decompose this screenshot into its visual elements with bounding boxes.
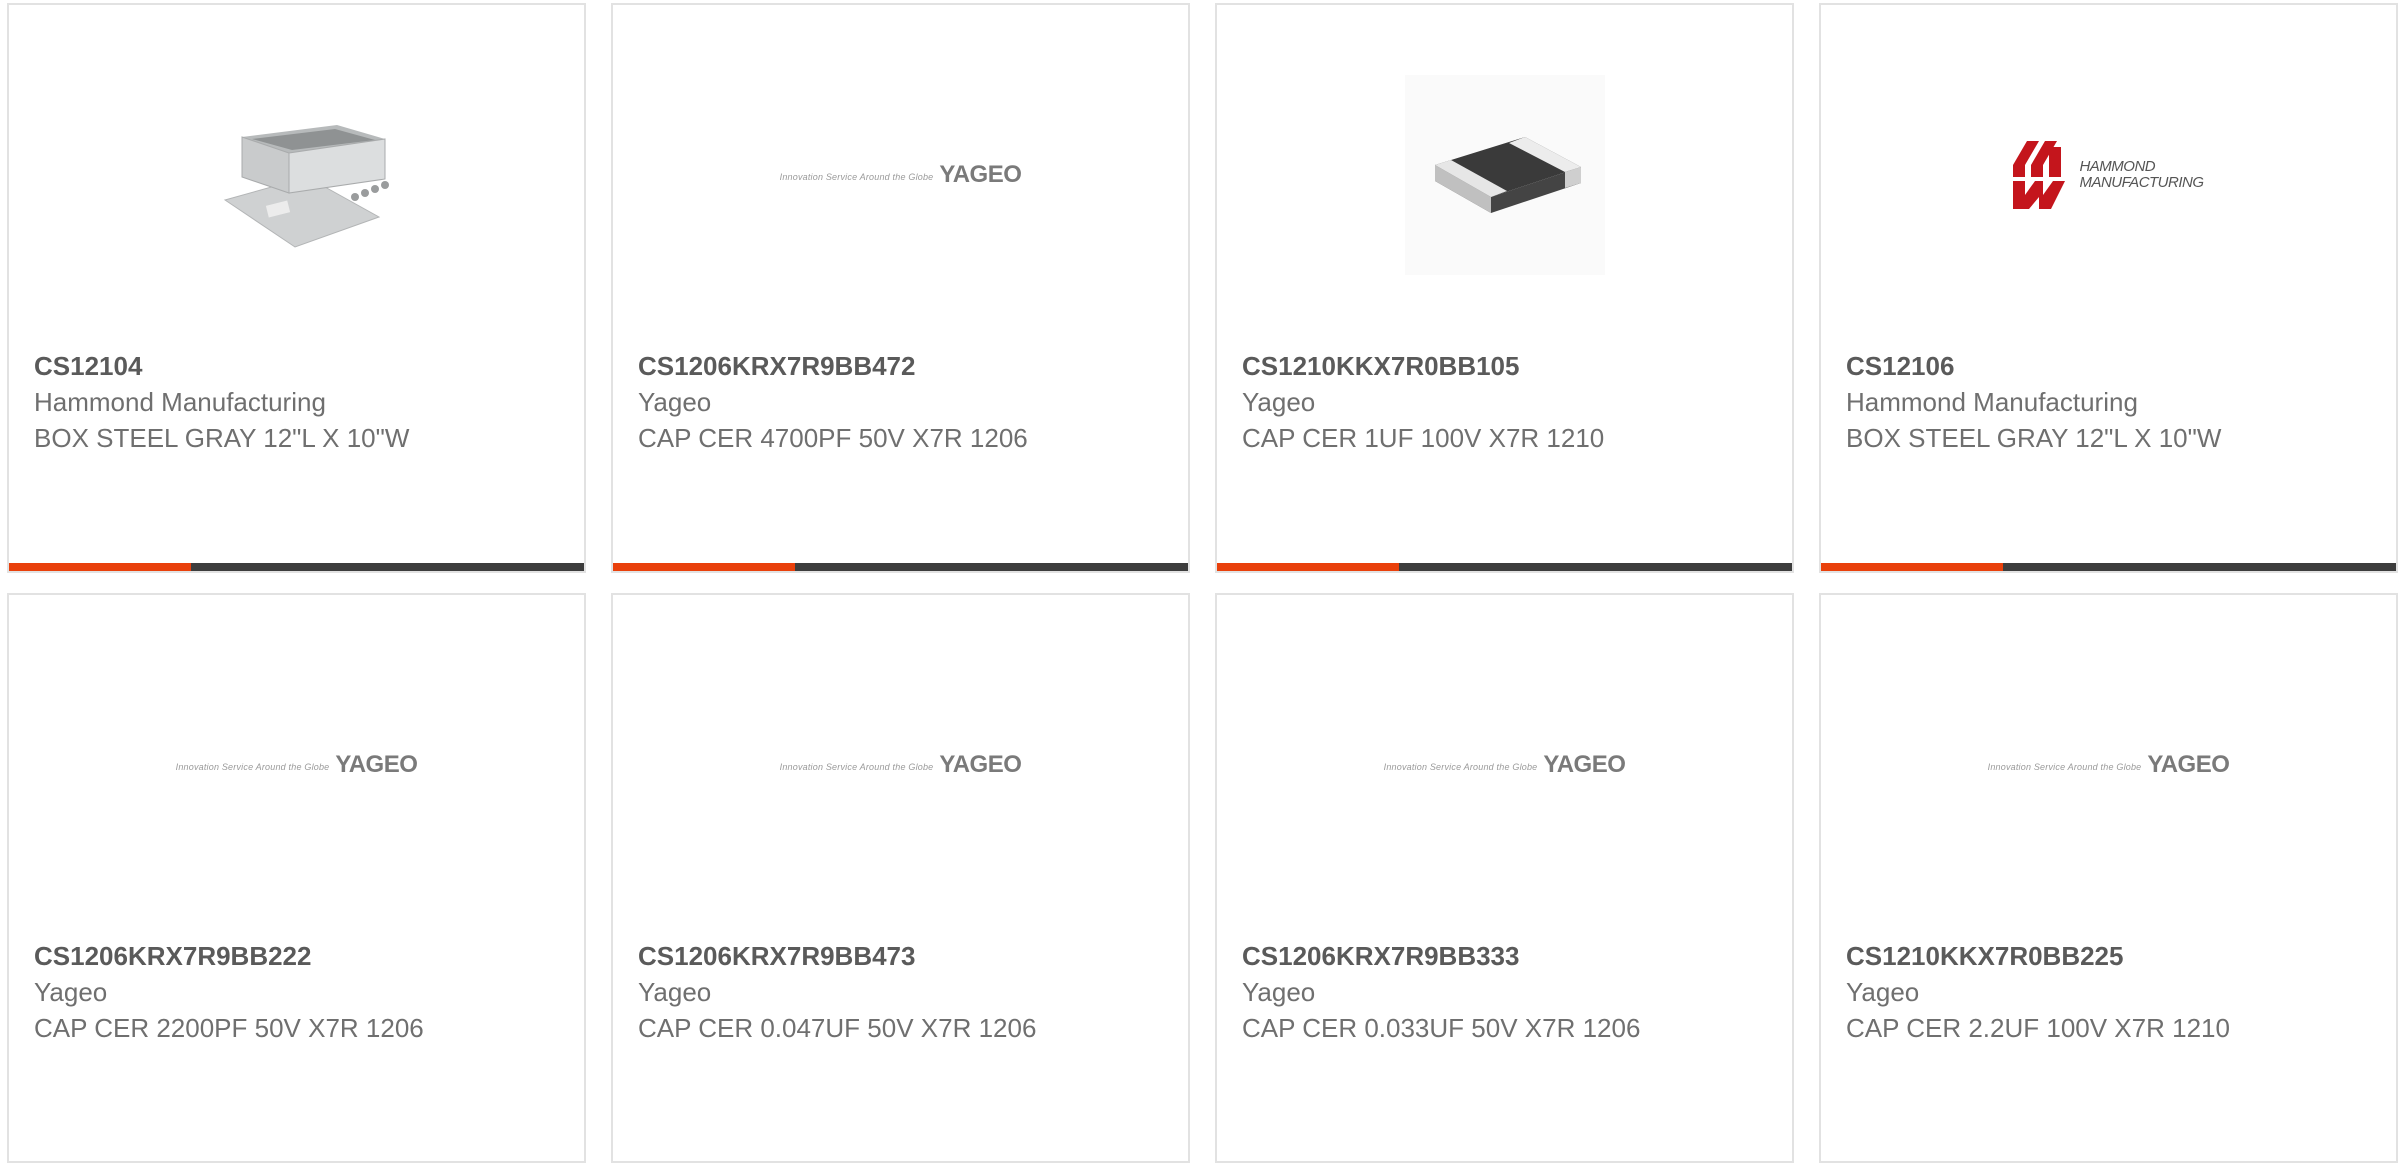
product-info: CS1206KRX7R9BB472 Yageo CAP CER 4700PF 5…	[638, 348, 1088, 456]
part-number[interactable]: CS1210KKX7R0BB105	[1242, 348, 1692, 384]
product-card[interactable]: Innovation Service Around the Globe YAGE…	[1215, 593, 1794, 1163]
card-accent-bar	[9, 563, 584, 571]
product-card[interactable]: Innovation Service Around the Globe YAGE…	[611, 3, 1190, 573]
product-card[interactable]: HAMMOND MANUFACTURING CS12106 Hammond Ma…	[1819, 3, 2398, 573]
manufacturer-name: Yageo	[34, 977, 108, 1007]
part-number[interactable]: CS12104	[34, 348, 484, 384]
product-info: CS1210KKX7R0BB105 Yageo CAP CER 1UF 100V…	[1242, 348, 1692, 456]
yageo-logo: Innovation Service Around the Globe YAGE…	[779, 751, 1022, 778]
product-info: CS12104 Hammond Manufacturing BOX STEEL …	[34, 348, 484, 456]
product-image[interactable]	[9, 5, 584, 345]
manufacturer-name: Yageo	[1242, 387, 1316, 417]
part-number[interactable]: CS1206KRX7R9BB222	[34, 938, 484, 974]
product-image[interactable]: Innovation Service Around the Globe YAGE…	[613, 595, 1188, 935]
yageo-logo: Innovation Service Around the Globe YAGE…	[1383, 751, 1626, 778]
manufacturer-name: Yageo	[1846, 977, 1920, 1007]
card-accent-bar	[1821, 563, 2396, 571]
product-info: CS1206KRX7R9BB333 Yageo CAP CER 0.033UF …	[1242, 938, 1642, 1046]
product-description: BOX STEEL GRAY 12"L X 10"W	[34, 423, 410, 453]
product-description: BOX STEEL GRAY 12"L X 10"W	[1846, 423, 2222, 453]
manufacturer-name: Hammond Manufacturing	[1846, 387, 2138, 417]
card-accent-bar	[613, 563, 1188, 571]
product-image[interactable]: Innovation Service Around the Globe YAGE…	[1821, 595, 2396, 935]
product-image[interactable]: Innovation Service Around the Globe YAGE…	[613, 5, 1188, 345]
part-number[interactable]: CS1206KRX7R9BB333	[1242, 938, 1642, 974]
card-accent-bar	[1217, 563, 1792, 571]
product-card[interactable]: CS12104 Hammond Manufacturing BOX STEEL …	[7, 3, 586, 573]
yageo-logo: Innovation Service Around the Globe YAGE…	[1987, 751, 2230, 778]
product-info: CS12106 Hammond Manufacturing BOX STEEL …	[1846, 348, 2296, 456]
hammond-mark-icon	[2013, 141, 2066, 209]
manufacturer-name: Yageo	[638, 977, 712, 1007]
hammond-logo: HAMMOND MANUFACTURING	[2013, 137, 2204, 213]
product-card[interactable]: Innovation Service Around the Globe YAGE…	[611, 593, 1190, 1163]
product-description: CAP CER 1UF 100V X7R 1210	[1242, 423, 1605, 453]
manufacturer-name: Yageo	[1242, 977, 1316, 1007]
part-number[interactable]: CS12106	[1846, 348, 2296, 384]
yageo-logo: Innovation Service Around the Globe YAGE…	[175, 751, 418, 778]
product-description: CAP CER 0.047UF 50V X7R 1206	[638, 1013, 1037, 1043]
product-card[interactable]: Innovation Service Around the Globe YAGE…	[7, 593, 586, 1163]
manufacturer-name: Yageo	[638, 387, 712, 417]
part-number[interactable]: CS1206KRX7R9BB472	[638, 348, 1088, 384]
yageo-logo: Innovation Service Around the Globe YAGE…	[779, 161, 1022, 188]
product-image[interactable]: Innovation Service Around the Globe YAGE…	[1217, 595, 1792, 935]
product-info: CS1210KKX7R0BB225 Yageo CAP CER 2.2UF 10…	[1846, 938, 2296, 1046]
product-card[interactable]: Innovation Service Around the Globe YAGE…	[1819, 593, 2398, 1163]
product-image[interactable]: HAMMOND MANUFACTURING	[1821, 5, 2396, 345]
manufacturer-name: Hammond Manufacturing	[34, 387, 326, 417]
product-description: CAP CER 4700PF 50V X7R 1206	[638, 423, 1028, 453]
product-card[interactable]: CS1210KKX7R0BB105 Yageo CAP CER 1UF 100V…	[1215, 3, 1794, 573]
product-description: CAP CER 2.2UF 100V X7R 1210	[1846, 1013, 2230, 1043]
part-number[interactable]: CS1206KRX7R9BB473	[638, 938, 1038, 974]
product-info: CS1206KRX7R9BB222 Yageo CAP CER 2200PF 5…	[34, 938, 484, 1046]
product-grid: CS12104 Hammond Manufacturing BOX STEEL …	[7, 3, 2398, 1163]
product-image[interactable]: Innovation Service Around the Globe YAGE…	[9, 595, 584, 935]
steel-box-enclosure-image	[196, 75, 397, 275]
product-info: CS1206KRX7R9BB473 Yageo CAP CER 0.047UF …	[638, 938, 1038, 1046]
product-image[interactable]	[1217, 5, 1792, 345]
product-description: CAP CER 2200PF 50V X7R 1206	[34, 1013, 424, 1043]
ceramic-capacitor-chip-image	[1404, 75, 1605, 275]
part-number[interactable]: CS1210KKX7R0BB225	[1846, 938, 2296, 974]
product-description: CAP CER 0.033UF 50V X7R 1206	[1242, 1013, 1641, 1043]
